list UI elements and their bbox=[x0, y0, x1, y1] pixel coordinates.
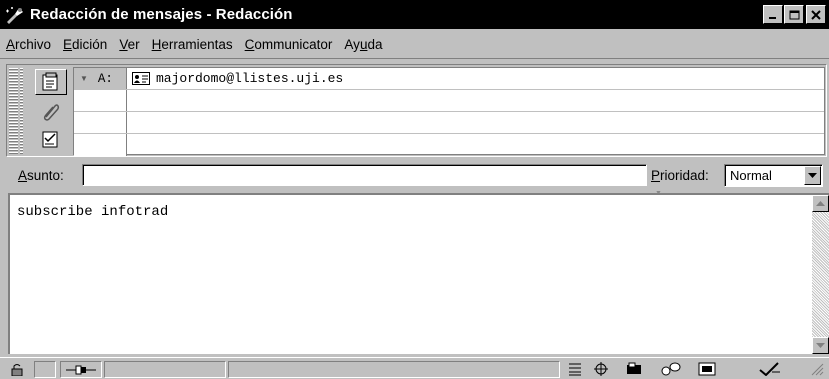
menu-item-text: er bbox=[127, 37, 140, 52]
options-tab-button[interactable] bbox=[35, 127, 67, 153]
attachments-tab-button[interactable] bbox=[35, 98, 67, 124]
subject-row: Asunto: Prioridad: Normal ▼ bbox=[0, 160, 829, 197]
priority-label-text: rioridad: bbox=[660, 168, 709, 183]
priority-dropdown-button[interactable] bbox=[804, 166, 821, 185]
menu-item-text: erramientas bbox=[161, 37, 233, 52]
menu-item-text: Ay bbox=[344, 37, 360, 52]
scroll-down-button[interactable] bbox=[812, 337, 829, 354]
connection-status[interactable] bbox=[60, 361, 102, 378]
menu-item-accelerator: C bbox=[244, 37, 255, 52]
address-recipient[interactable]: majordomo@llistes.uji.es bbox=[132, 68, 343, 89]
address-row-empty[interactable] bbox=[74, 134, 824, 156]
toolbar-grip-secondary[interactable] bbox=[20, 68, 23, 154]
subject-label-text: sunto: bbox=[27, 168, 64, 183]
address-tab-button[interactable] bbox=[35, 69, 67, 95]
navigator-icon[interactable] bbox=[590, 362, 612, 376]
address-tabs bbox=[31, 67, 75, 155]
paperclip-icon bbox=[43, 104, 60, 121]
menu-item[interactable]: Ver bbox=[119, 37, 139, 52]
subject-label-accelerator: A bbox=[18, 168, 28, 183]
mail-icon[interactable] bbox=[624, 362, 646, 376]
maximize-button[interactable] bbox=[784, 5, 804, 24]
message-body-text[interactable]: subscribe infotrad bbox=[17, 204, 168, 220]
options-icon bbox=[42, 131, 58, 148]
priority-label-accelerator: P bbox=[651, 168, 661, 183]
message-body[interactable]: subscribe infotrad bbox=[8, 193, 829, 354]
minimize-icon bbox=[769, 16, 776, 19]
security-lock-icon[interactable] bbox=[6, 362, 28, 376]
menu-item-accelerator: H bbox=[151, 37, 162, 52]
address-panel: ▼ A: majordomo@llistes.uji.es bbox=[6, 64, 827, 157]
compose-window: Redacción de mensajes - Redacción Archiv… bbox=[0, 0, 829, 379]
address-type-empty[interactable] bbox=[74, 134, 127, 156]
chevron-down-icon bbox=[808, 172, 817, 178]
menu-item[interactable]: Edición bbox=[63, 37, 107, 52]
recipient-email: majordomo@llistes.uji.es bbox=[156, 71, 344, 86]
menu-item-accelerator: V bbox=[119, 37, 128, 52]
editor-icon[interactable] bbox=[758, 362, 780, 376]
connection-plug-icon bbox=[66, 365, 96, 374]
resize-grip-icon[interactable] bbox=[806, 362, 828, 376]
address-row[interactable]: ▼ A: majordomo@llistes.uji.es bbox=[74, 68, 824, 90]
address-book-icon bbox=[42, 72, 58, 91]
priority-value: Normal bbox=[730, 168, 772, 183]
status-progress bbox=[104, 361, 226, 378]
address-type-empty[interactable] bbox=[74, 112, 127, 133]
address-row-empty[interactable] bbox=[74, 112, 824, 134]
priority-select[interactable]: Normal bbox=[724, 164, 823, 187]
address-type-empty[interactable] bbox=[74, 90, 127, 111]
priority-label: Prioridad: bbox=[651, 168, 709, 183]
compose-app-icon[interactable] bbox=[4, 4, 26, 26]
menu-item-text: da bbox=[367, 37, 383, 52]
scroll-up-icon bbox=[816, 201, 825, 206]
title-bar[interactable]: Redacción de mensajes - Redacción bbox=[0, 0, 829, 29]
status-cell-security bbox=[34, 361, 56, 378]
close-button[interactable] bbox=[806, 5, 826, 24]
menu-bar: Archivo Edición Ver Herramientas Communicato… bbox=[0, 31, 829, 59]
maximize-icon bbox=[789, 10, 799, 19]
menu-item[interactable]: Ayuda bbox=[344, 37, 382, 52]
menu-item-text: ommunicator bbox=[254, 37, 333, 52]
composer-icon[interactable] bbox=[696, 362, 718, 376]
subject-input[interactable] bbox=[82, 164, 647, 186]
close-icon bbox=[811, 9, 821, 20]
address-type-label: A: bbox=[97, 71, 113, 86]
subject-label: Asunto: bbox=[18, 168, 64, 183]
menu-item[interactable]: Archivo bbox=[6, 37, 51, 52]
menu-item[interactable]: Herramientas bbox=[152, 37, 233, 52]
address-type-selector[interactable]: ▼ A: bbox=[74, 68, 127, 89]
vertical-scrollbar[interactable] bbox=[812, 195, 829, 354]
window-controls bbox=[763, 5, 826, 24]
window-title: Redacción de mensajes - Redacción bbox=[30, 6, 293, 23]
menu-item-text: rchivo bbox=[15, 37, 52, 52]
status-bar bbox=[0, 357, 829, 379]
menu-item-accelerator: E bbox=[63, 37, 73, 52]
menu-item-accelerator: A bbox=[6, 37, 16, 52]
scroll-up-button[interactable] bbox=[812, 195, 829, 212]
address-row-empty[interactable] bbox=[74, 90, 824, 112]
menu-item-text: dición bbox=[72, 37, 108, 52]
toolbar-grip[interactable] bbox=[9, 68, 18, 154]
discussion-icon[interactable] bbox=[660, 362, 682, 376]
address-list: ▼ A: majordomo@llistes.uji.es bbox=[73, 67, 825, 156]
minimize-button[interactable] bbox=[763, 5, 783, 24]
status-message bbox=[228, 361, 560, 378]
menu-item[interactable]: Communicator bbox=[245, 37, 333, 52]
address-card-icon bbox=[132, 72, 150, 85]
scroll-down-icon bbox=[816, 343, 825, 348]
dropdown-arrow-icon: ▼ bbox=[80, 74, 88, 83]
component-bar-icon[interactable] bbox=[564, 362, 586, 376]
